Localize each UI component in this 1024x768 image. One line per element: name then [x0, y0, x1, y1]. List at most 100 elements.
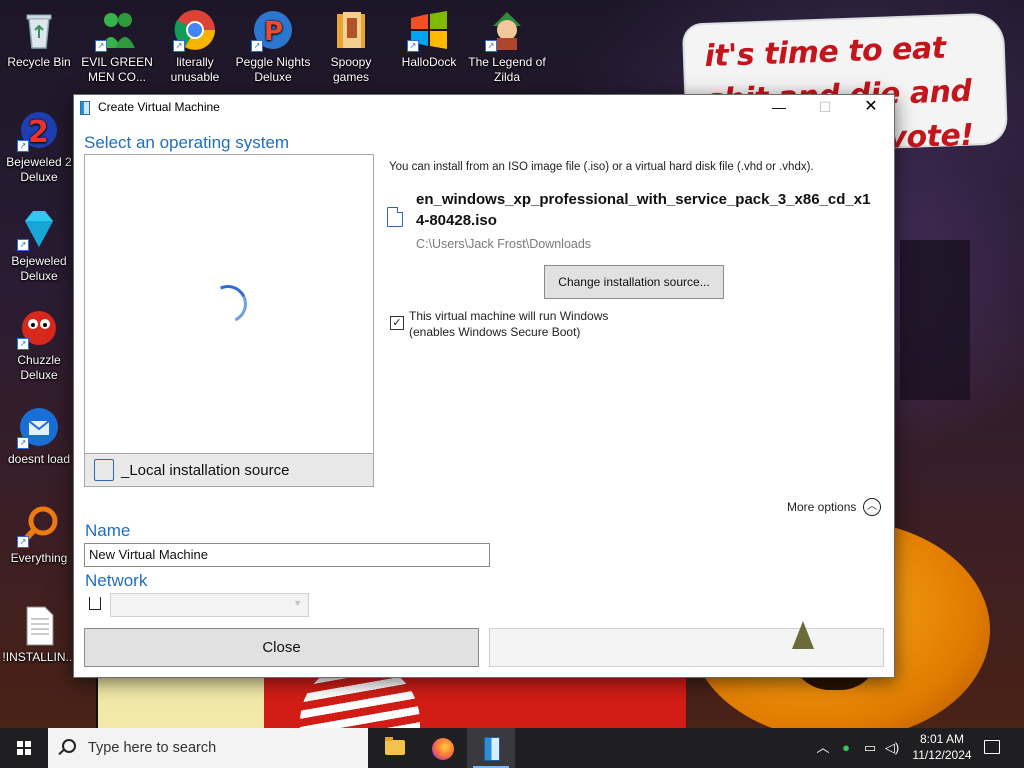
- tray-network-icon[interactable]: ▭: [860, 728, 880, 768]
- chevron-down-icon: ▼: [293, 598, 302, 608]
- zilda-character-icon: ↗: [485, 8, 529, 52]
- desktop-icon-label: HalloDock: [401, 55, 457, 69]
- desktop-icon-peggle-nights[interactable]: P ↗ Peggle Nights Deluxe: [234, 8, 312, 85]
- local-source-icon: [94, 459, 114, 481]
- shortcut-arrow-icon: ↗: [251, 40, 263, 52]
- taskbar: Type here to search ︿ ● ▭ ◁) 8:01 AM 11/…: [0, 728, 1024, 768]
- search-icon: [62, 739, 76, 753]
- diamond-icon: ↗: [17, 207, 61, 251]
- quick-create-app-icon: [80, 101, 90, 115]
- shortcut-arrow-icon: ↗: [407, 40, 419, 52]
- desktop-icon-chuzzle[interactable]: ↗ Chuzzle Deluxe: [0, 306, 78, 383]
- local-installation-source-button[interactable]: _Local installation source: [84, 453, 374, 487]
- windows-start-icon: [17, 741, 31, 755]
- more-options-link[interactable]: More options: [787, 500, 856, 514]
- maximize-button[interactable]: ☐: [802, 95, 848, 119]
- desktop-icon-everything[interactable]: ↗ Everything: [0, 504, 78, 566]
- windows-logo-icon: ↗: [407, 8, 451, 52]
- vm-name-input[interactable]: [84, 543, 490, 567]
- shortcut-arrow-icon: ↗: [17, 338, 29, 350]
- svg-text:P: P: [264, 17, 283, 47]
- search-placeholder: Type here to search: [88, 740, 217, 756]
- desktop-icon-label: Spoopy games: [330, 55, 372, 84]
- close-window-button[interactable]: ✕: [848, 95, 894, 119]
- desktop-icon-label: !INSTALLIN...: [2, 650, 76, 664]
- desktop-icon-installing[interactable]: !INSTALLIN...: [0, 603, 78, 665]
- install-info-text: You can install from an ISO image file (…: [389, 161, 814, 173]
- witch-hat-cursor-icon: [792, 621, 814, 649]
- folder-icon: [329, 8, 373, 52]
- local-source-label: _Local installation source: [121, 462, 290, 479]
- desktop-icon-label: The Legend of Zilda: [468, 55, 546, 84]
- shortcut-arrow-icon: ↗: [95, 40, 107, 52]
- loading-spinner-icon: [203, 279, 253, 329]
- network-heading: Network: [85, 571, 148, 590]
- notification-icon[interactable]: [984, 740, 1000, 754]
- desktop-icon-label: literally unusable: [170, 55, 220, 84]
- desktop-icon-literally-unusable[interactable]: ↗ literally unusable: [156, 8, 234, 85]
- quick-create-icon: [484, 737, 500, 761]
- tray-user-icon[interactable]: ●: [836, 728, 856, 768]
- name-heading: Name: [85, 521, 131, 540]
- desktop-icon-hallodock[interactable]: ↗ HalloDock: [390, 8, 468, 70]
- recycle-bin-icon: [17, 8, 61, 52]
- os-section-heading: Select an operating system: [84, 133, 290, 152]
- taskbar-firefox[interactable]: [419, 728, 467, 768]
- desktop-icon-legend-of-zilda[interactable]: ↗ The Legend of Zilda: [468, 8, 546, 85]
- desktop-icon-spoopy-games[interactable]: Spoopy games: [312, 8, 390, 85]
- tray-chevron-up-icon[interactable]: ︿: [814, 728, 832, 768]
- checkbox-label-line1: This virtual machine will run Windows: [409, 309, 609, 323]
- windows-checkbox[interactable]: ✓: [390, 316, 404, 330]
- network-plug-icon: [89, 597, 101, 610]
- desktop-icon-doesnt-load[interactable]: ↗ doesnt load: [0, 405, 78, 467]
- firefox-icon: [432, 738, 454, 760]
- chrome-icon: ↗: [173, 8, 217, 52]
- desktop-icon-bejeweled-2[interactable]: 2 ↗ Bejeweled 2 Deluxe: [0, 108, 78, 185]
- minimize-button[interactable]: —: [756, 95, 802, 119]
- clock-date: 11/12/2024: [912, 748, 972, 762]
- desktop-icon-label: Bejeweled 2 Deluxe: [6, 155, 72, 184]
- taskbar-search-box[interactable]: Type here to search: [48, 728, 368, 768]
- chevron-up-icon[interactable]: ︿: [863, 498, 881, 516]
- green-men-icon: ↗: [95, 8, 139, 52]
- desktop-icon-label: Everything: [10, 551, 68, 565]
- tray-clock[interactable]: 8:01 AM 11/12/2024: [910, 731, 974, 763]
- shortcut-arrow-icon: ↗: [17, 140, 29, 152]
- create-vm-button[interactable]: Create Virtual Machine: [489, 628, 884, 667]
- taskbar-quick-create[interactable]: [467, 728, 515, 768]
- wallpaper-house: [900, 240, 970, 400]
- windows-checkbox-label[interactable]: This virtual machine will run Windows (e…: [409, 308, 608, 340]
- dialog-title: Create Virtual Machine: [98, 100, 220, 114]
- start-button[interactable]: [0, 728, 48, 768]
- taskbar-file-explorer[interactable]: [371, 728, 419, 768]
- shortcut-arrow-icon: ↗: [17, 437, 29, 449]
- svg-text:2: 2: [28, 115, 49, 150]
- checkbox-label-line2: (enables Windows Secure Boot): [409, 325, 581, 339]
- desktop-icon-evil-green-men[interactable]: ↗ EVIL GREEN MEN CO...: [78, 8, 156, 85]
- network-dropdown[interactable]: ▼: [110, 593, 309, 617]
- tray-volume-icon[interactable]: ◁): [882, 728, 902, 768]
- file-explorer-icon: [385, 737, 405, 755]
- selected-file-name: en_windows_xp_professional_with_service_…: [416, 191, 871, 229]
- bejeweled-2-icon: 2 ↗: [17, 108, 61, 152]
- thunderbird-icon: ↗: [17, 405, 61, 449]
- desktop-icon-label: Chuzzle Deluxe: [17, 353, 61, 382]
- desktop-icon-bejeweled[interactable]: ↗ Bejeweled Deluxe: [0, 207, 78, 284]
- shortcut-arrow-icon: ↗: [17, 239, 29, 251]
- desktop-icon-label: Peggle Nights Deluxe: [235, 55, 311, 84]
- dialog-title-bar[interactable]: Create Virtual Machine — ☐ ✕: [74, 95, 894, 119]
- desktop-icon-label: doesnt load: [7, 452, 71, 466]
- desktop-icon-label: Recycle Bin: [7, 55, 71, 69]
- selected-file-path: C:\Users\Jack Frost\Downloads: [416, 237, 592, 251]
- os-list[interactable]: [84, 154, 374, 455]
- close-button[interactable]: Close: [84, 628, 479, 667]
- clock-time: 8:01 AM: [919, 732, 965, 746]
- file-icon: [387, 207, 403, 227]
- desktop-icon-recycle-bin[interactable]: Recycle Bin: [0, 8, 78, 70]
- desktop-icon-label: EVIL GREEN MEN CO...: [81, 55, 153, 84]
- everything-search-icon: ↗: [17, 504, 61, 548]
- change-installation-source-button[interactable]: Change installation source...: [544, 265, 724, 299]
- desktop-icon-label: Bejeweled Deluxe: [11, 254, 67, 283]
- wallpaper-yellow-panel: [96, 676, 268, 728]
- shortcut-arrow-icon: ↗: [485, 40, 497, 52]
